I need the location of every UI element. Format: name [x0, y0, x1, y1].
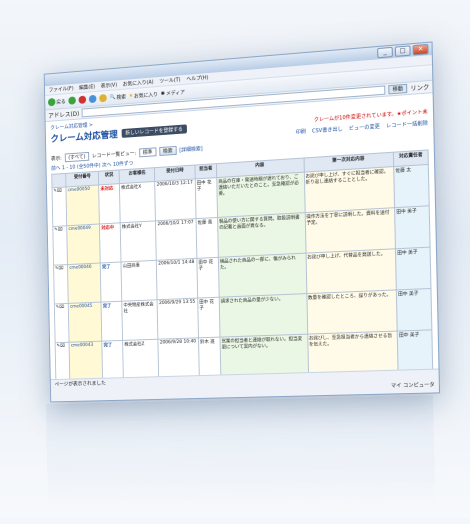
content-cell: 営業の担当者と連絡が取れない。担当変更について案内がない。: [219, 334, 309, 377]
staff-cell: 鈴木 進: [198, 337, 221, 378]
status-cell: 対応中: [99, 222, 122, 264]
delete-icon[interactable]: ⌧: [60, 344, 65, 349]
delete-icon[interactable]: ⌧: [57, 189, 62, 194]
customer-cell: 株式会社Y: [120, 220, 157, 263]
customer-cell: 株式会社Z: [122, 339, 160, 380]
record-view-select[interactable]: 標準: [138, 147, 157, 158]
menu-view[interactable]: 表示(V): [101, 81, 117, 89]
customer-cell: 株式会社X: [119, 181, 156, 223]
owner-cell: 田中 美子: [394, 205, 431, 249]
back-button[interactable]: 戻る: [47, 97, 66, 107]
advanced-search-link[interactable]: [詳細検索]: [179, 145, 202, 154]
delete-icon[interactable]: ⌧: [59, 305, 64, 310]
search-submit-button[interactable]: 検索: [158, 145, 177, 157]
customer-cell: 山田商事: [121, 260, 158, 302]
row-icons[interactable]: ✎⌧: [54, 303, 70, 343]
csv-export-link[interactable]: CSV書き出し: [312, 125, 343, 134]
record-id-link[interactable]: cme00050: [66, 184, 100, 226]
media-button[interactable]: ◉ メディア: [161, 88, 185, 97]
staff-cell: 田中 花子: [197, 297, 220, 338]
date-cell: 2006/10/2 17:07: [155, 218, 197, 261]
maximize-button[interactable]: □: [394, 45, 411, 57]
owner-cell: 田中 美子: [397, 329, 433, 373]
address-label: アドレス(D): [48, 110, 80, 120]
menu-help[interactable]: ヘルプ(H): [186, 74, 208, 83]
scene: _ □ ✕ ファイル(F) 編集(E) 表示(V) お気に入り(A) ツール(T…: [0, 0, 470, 518]
back-arrow-icon: [47, 98, 56, 107]
status-cell: 完了: [101, 301, 123, 342]
menu-favorites[interactable]: お気に入り(A): [123, 78, 154, 87]
owner-cell: 佐藤 太: [393, 164, 430, 208]
content-cell: 納品された商品の一部に、傷がみられた。: [218, 253, 307, 298]
go-button[interactable]: 移動: [388, 83, 408, 95]
page-content: クレーム対応管理 > クレーム対応管理 新しいレコードを登録する クレームが10…: [46, 93, 439, 385]
response-cell: お詫びし、至急担当者から連絡させる旨を伝えた。: [307, 331, 399, 375]
minimize-button[interactable]: _: [377, 46, 393, 59]
search-icon: 🔍: [109, 94, 116, 101]
home-icon[interactable]: [99, 93, 107, 103]
favorites-button[interactable]: ★ お気に入り: [129, 90, 158, 99]
add-record-button[interactable]: 新しいレコードを登録する: [121, 124, 187, 138]
window-reflection: [45, 395, 436, 511]
date-cell: 2006/9/28 10:40: [158, 337, 200, 379]
staff-cell: 田中 花子: [195, 177, 218, 219]
content-cell: 商品の在庫・発送時期が遅れており、ご連絡いただいたとのこと。至急確認が必要。: [216, 172, 305, 218]
row-icons[interactable]: ✎⌧: [55, 342, 71, 382]
date-cell: 2006/10/1 14:48: [156, 258, 198, 300]
response-cell: 数量を確認したところ、誤りがあった。: [306, 289, 398, 335]
star-icon: ★: [128, 92, 134, 100]
staff-cell: 田中 花子: [196, 257, 220, 299]
filter-select[interactable]: (すべて): [64, 151, 90, 163]
record-id-link[interactable]: cme00049: [66, 223, 101, 265]
status-cell: 未対応: [98, 183, 121, 224]
print-link[interactable]: 印刷: [296, 128, 306, 136]
row-icons[interactable]: ✎⌧: [52, 225, 68, 266]
close-button[interactable]: ✕: [412, 43, 429, 56]
bulk-delete-link[interactable]: レコード一括削除: [386, 119, 428, 129]
links-label[interactable]: リンク: [410, 82, 429, 93]
response-cell: お詫び申し上げ、すぐに担当者に確認。折り返し連絡することとした。: [303, 166, 395, 213]
status-cell: 完了: [102, 340, 124, 381]
delete-icon[interactable]: ⌧: [58, 266, 63, 271]
browser-window: _ □ ✕ ファイル(F) 編集(E) 表示(V) お気に入り(A) ツール(T…: [43, 41, 441, 403]
forward-arrow-icon[interactable]: [68, 96, 76, 105]
record-view-label: レコード一覧ビュー:: [91, 150, 137, 160]
owner-cell: 田中 美子: [396, 288, 432, 332]
date-cell: 2006/9/29 13:55: [157, 298, 199, 340]
refresh-icon[interactable]: [88, 94, 97, 104]
record-id-link[interactable]: cme00046: [67, 263, 102, 304]
staff-cell: 佐藤 進: [196, 217, 219, 259]
date-cell: 2006/10/3 12:17: [155, 178, 197, 221]
filter-label: 表示:: [50, 155, 62, 163]
col-header-icons: [51, 173, 67, 188]
zone-text: マイ コンピュータ: [390, 382, 435, 390]
col-header-status[interactable]: 状況: [98, 169, 120, 185]
search-button[interactable]: 🔍 検索: [110, 93, 126, 101]
customer-cell: 中央物産株式会社: [121, 299, 159, 341]
owner-cell: 田中 美子: [395, 247, 431, 290]
row-icons[interactable]: ✎⌧: [53, 264, 69, 304]
record-id-link[interactable]: cme00043: [69, 341, 103, 382]
row-icons[interactable]: ✎⌧: [52, 186, 67, 227]
menu-tools[interactable]: ツール(T): [159, 76, 180, 85]
menu-file[interactable]: ファイル(F): [49, 85, 74, 94]
status-cell: 完了: [100, 262, 122, 303]
media-icon: ◉: [160, 90, 166, 97]
content-cell: 製品の使い方に関する質問。取扱説明書の記載と画面が異なる。: [217, 212, 306, 258]
menu-edit[interactable]: 編集(E): [79, 83, 95, 91]
record-id-link[interactable]: cme00045: [68, 302, 103, 343]
content-cell: 請求された商品の量が少ない。: [219, 293, 308, 338]
stop-icon[interactable]: [78, 95, 87, 104]
response-cell: 操作方法を丁寧に説明した。資料を送付予定。: [304, 207, 396, 254]
response-cell: お詫び申し上げ、代替品を発送した。: [305, 248, 397, 294]
col-header-staff[interactable]: 担当者: [194, 163, 217, 179]
records-table: 受付番号 状況 お客様名 受付日時 担当者 内容 第一次対応内容 対応責任者 ✎…: [51, 149, 433, 382]
change-view-link[interactable]: ビューの変更: [349, 123, 380, 132]
delete-icon[interactable]: ⌧: [58, 227, 63, 232]
